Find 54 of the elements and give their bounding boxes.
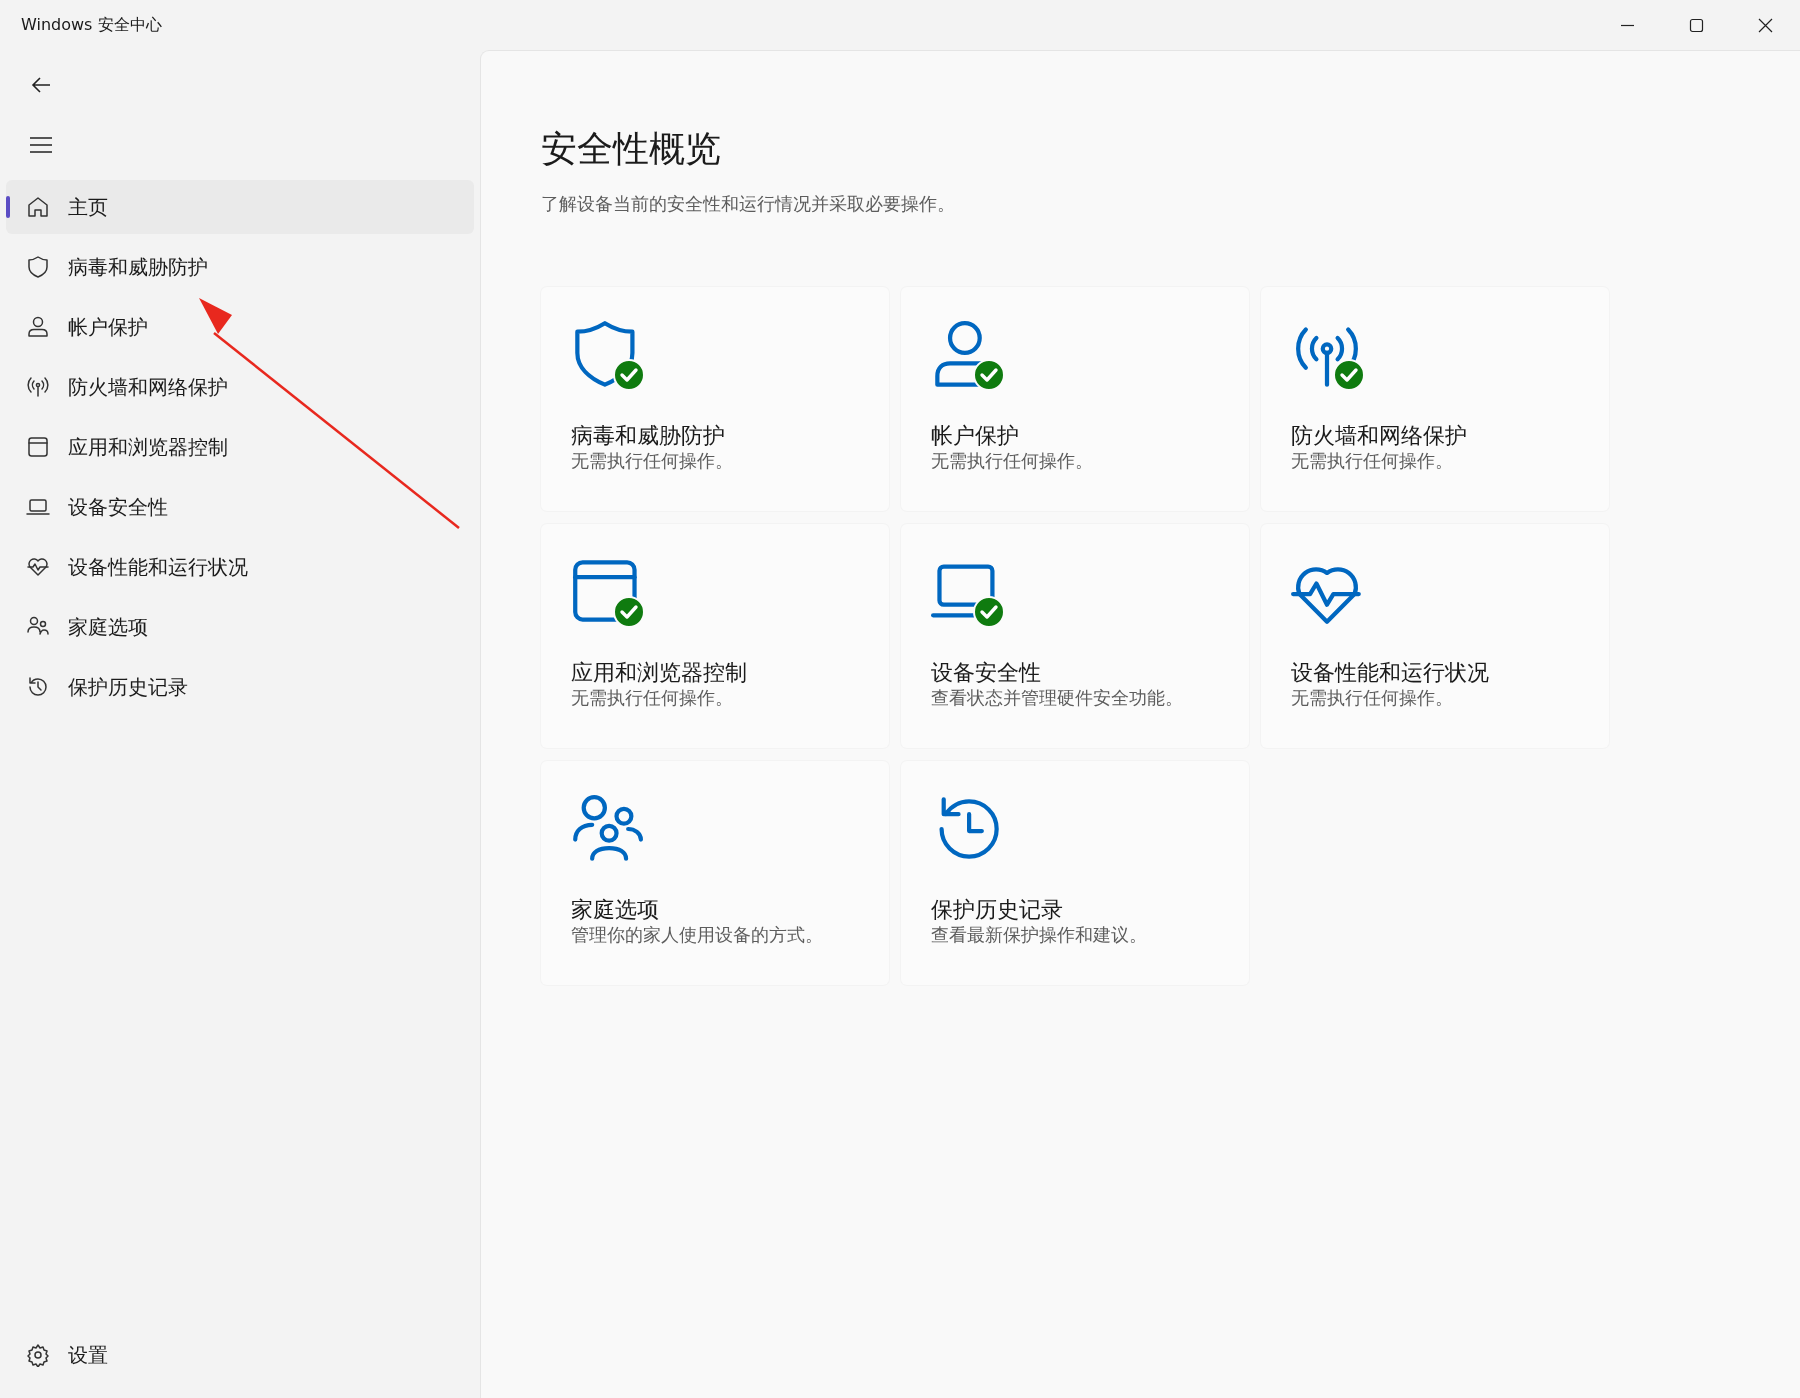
card-description: 无需执行任何操作。 (931, 449, 1094, 472)
card-title: 帐户保护 (931, 423, 1020, 450)
minimize-icon (1620, 23, 1635, 27)
sidebar-item[interactable]: 设备性能和运行状况 (6, 540, 474, 594)
card-title: 病毒和威胁防护 (571, 423, 726, 450)
maximize-icon (1689, 17, 1704, 33)
status-card[interactable]: 保护历史记录 查看最新保护操作和建议。 (901, 761, 1249, 986)
page-heading: 安全性概览 (541, 127, 722, 171)
sidebar-item[interactable]: 家庭选项 (6, 600, 474, 654)
status-card[interactable]: 设备安全性 查看状态并管理硬件安全功能。 (901, 524, 1249, 749)
status-card[interactable]: 防火墙和网络保护 无需执行任何操作。 (1261, 287, 1609, 512)
settings-icon (26, 1343, 50, 1367)
heart-pulse-icon (26, 555, 50, 579)
card-description: 无需执行任何操作。 (1291, 686, 1454, 709)
window-title: Windows 安全中心 (21, 14, 162, 36)
history-icon (26, 675, 50, 699)
card-description: 无需执行任何操作。 (571, 449, 734, 472)
home-icon (26, 195, 50, 219)
card-description: 查看状态并管理硬件安全功能。 (931, 686, 1184, 709)
status-card[interactable]: 帐户保护 无需执行任何操作。 (901, 287, 1249, 512)
status-card[interactable]: 设备性能和运行状况 无需执行任何操作。 (1261, 524, 1609, 749)
sidebar-item[interactable]: 防火墙和网络保护 (6, 360, 474, 414)
card-title: 设备安全性 (931, 660, 1042, 687)
close-icon (1758, 17, 1773, 33)
card-description: 查看最新保护操作和建议。 (931, 923, 1148, 946)
sidebar-item[interactable]: 设备安全性 (6, 480, 474, 534)
card-title: 设备性能和运行状况 (1291, 660, 1490, 687)
status-card[interactable]: 家庭选项 管理你的家人使用设备的方式。 (541, 761, 889, 986)
card-title: 保护历史记录 (931, 897, 1064, 924)
sidebar-item[interactable]: 帐户保护 (6, 300, 474, 354)
check-badge-icon (973, 359, 1005, 392)
shield-icon (26, 255, 50, 279)
card-description: 无需执行任何操作。 (1291, 449, 1454, 472)
sidebar-item[interactable]: 应用和浏览器控制 (6, 420, 474, 474)
settings-button[interactable]: 设置 (6, 1328, 474, 1382)
window-icon (26, 435, 50, 459)
check-badge-icon (613, 359, 645, 392)
status-card[interactable]: 病毒和威胁防护 无需执行任何操作。 (541, 287, 889, 512)
card-title: 应用和浏览器控制 (571, 660, 748, 687)
check-badge-icon (1333, 359, 1365, 392)
check-badge-icon (973, 596, 1005, 629)
card-description: 管理你的家人使用设备的方式。 (571, 923, 824, 946)
sidebar-item[interactable]: 主页 (6, 180, 474, 234)
sidebar-item[interactable]: 保护历史记录 (6, 660, 474, 714)
menu-icon (30, 136, 52, 154)
page-subtitle: 了解设备当前的安全性和运行情况并采取必要操作。 (541, 192, 956, 217)
card-title: 防火墙和网络保护 (1291, 423, 1468, 450)
sidebar-item[interactable]: 病毒和威胁防护 (6, 240, 474, 294)
antenna-icon (26, 375, 50, 399)
status-card[interactable]: 应用和浏览器控制 无需执行任何操作。 (541, 524, 889, 749)
card-description: 无需执行任何操作。 (571, 686, 734, 709)
check-badge-icon (613, 596, 645, 629)
card-title: 家庭选项 (571, 897, 660, 924)
person-icon (26, 315, 50, 339)
